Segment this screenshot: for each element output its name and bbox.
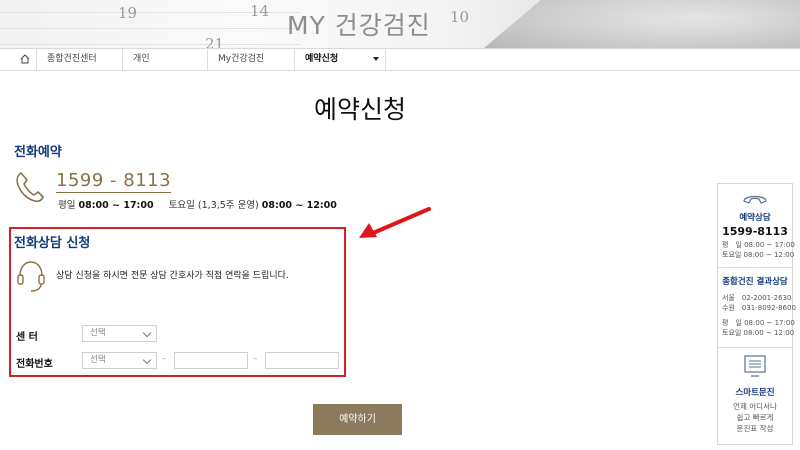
center-label: 센 터: [16, 332, 38, 343]
side-hours: 평 일 08:00 ~ 17:00: [722, 241, 795, 249]
calendar-number: 14: [250, 2, 270, 20]
caret-down-icon: [373, 57, 379, 61]
saturday-label: 토요일 (1,3,5주 운영): [168, 200, 259, 211]
breadcrumb-item[interactable]: 종합건진센터: [36, 49, 122, 70]
weekday-hours: 08:00 ~ 17:00: [78, 200, 154, 211]
arrow-icon: [359, 207, 431, 238]
breadcrumb-home[interactable]: [14, 49, 36, 70]
side-hours: 토요일 08:00 ~ 12:00: [722, 329, 795, 337]
side-widget: 예약상담 1599-8113 평 일 08:00 ~ 17:00 토요일 08:…: [717, 183, 796, 445]
side-reservation[interactable]: 예약상담 1599-8113 평 일 08:00 ~ 17:00 토요일 08:…: [718, 192, 795, 260]
side-result[interactable]: 종합건진 결과상담 서울 02-2001-2630 수원 031-8092-86…: [718, 275, 796, 338]
banner-decoration: [470, 0, 800, 48]
center-select-value: 선택: [90, 328, 106, 338]
breadcrumb-item[interactable]: My건강검진: [207, 49, 294, 70]
side-result-title: 종합건진 결과상담: [722, 277, 788, 287]
calendar-number: 21: [205, 35, 225, 48]
banner-title: MY 건강검진: [287, 11, 431, 40]
side-smart-text: 언제 어디서나: [733, 402, 777, 411]
separator: –: [162, 354, 167, 364]
home-icon: [20, 54, 30, 64]
phone-prefix-value: 선택: [90, 355, 106, 365]
consult-description: 상담 신청을 하시면 전문 상담 간호사가 직접 연락을 드립니다.: [56, 271, 289, 281]
breadcrumb-item[interactable]: 개인: [122, 49, 207, 70]
phone-label: 전화번호: [16, 359, 53, 370]
calendar-number: 10: [450, 8, 470, 26]
breadcrumb-dropdown[interactable]: 예약신청: [294, 49, 386, 70]
chevron-down-icon: [142, 355, 152, 365]
divider: [718, 267, 792, 268]
calendar-line: [0, 44, 300, 45]
side-smart[interactable]: 스마트문진 언제 어디서나 쉽고 빠르게 문진표 작성: [718, 354, 792, 434]
phone-icon: [16, 172, 44, 203]
phone-prefix-select[interactable]: 선택: [82, 352, 157, 369]
side-hours: 토요일 08:00 ~ 12:00: [722, 251, 795, 259]
breadcrumb-current: 예약신청: [305, 54, 339, 64]
separator: –: [253, 354, 258, 364]
breadcrumb: 종합건진센터 개인 My건강검진 예약신청: [0, 48, 800, 71]
headset-icon: [17, 261, 45, 292]
side-contact: 수원 031-8092-8600: [722, 304, 796, 312]
phone-reservation-title: 전화예약: [14, 145, 62, 160]
side-reservation-title: 예약상담: [739, 213, 771, 223]
divider: [718, 347, 792, 348]
reserve-button[interactable]: 예약하기: [313, 404, 402, 435]
side-smart-text: 문진표 작성: [736, 424, 774, 433]
header-banner: 19 14 10 21 MY 건강검진: [0, 0, 800, 48]
center-select[interactable]: 선택: [82, 325, 157, 342]
side-contact: 서울 02-2001-2630: [722, 294, 792, 302]
document-icon: [744, 355, 766, 377]
phone-icon: [743, 195, 767, 204]
saturday-hours: 08:00 ~ 12:00: [261, 200, 337, 211]
phone-number[interactable]: 1599 - 8113: [56, 170, 172, 193]
consult-title: 전화상담 신청: [14, 236, 91, 251]
operating-hours: 평일 08:00 ~ 17:00 토요일 (1,3,5주 운영) 08:00 ~…: [58, 197, 337, 211]
calendar-line: [0, 28, 300, 29]
side-reservation-number: 1599-8113: [722, 225, 788, 238]
page-title: 예약신청: [313, 95, 406, 124]
weekday-label: 평일: [58, 200, 76, 211]
chevron-down-icon: [142, 328, 152, 338]
phone-middle-input[interactable]: [174, 352, 248, 369]
side-hours: 평 일 08:00 ~ 17:00: [722, 319, 795, 327]
side-smart-title: 스마트문진: [735, 388, 775, 398]
side-smart-text: 쉽고 빠르게: [736, 413, 774, 422]
phone-last-input[interactable]: [265, 352, 339, 369]
calendar-number: 19: [118, 4, 138, 22]
